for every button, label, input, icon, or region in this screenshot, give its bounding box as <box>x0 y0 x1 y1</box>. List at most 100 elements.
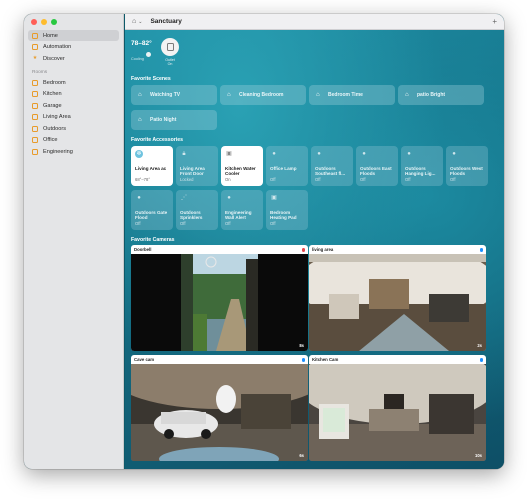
sidebar-item-garage[interactable]: Garage <box>28 100 119 111</box>
scene-button[interactable]: ⌂ Patio Night <box>131 110 217 130</box>
accessory-state: Off <box>180 221 186 226</box>
favorite-cameras-heading: Favorite Cameras <box>131 237 175 243</box>
favorite-scenes-heading: Favorite Scenes <box>131 76 171 82</box>
camera-tile[interactable]: Doorbell 8s <box>131 245 308 351</box>
camera-name: living area <box>312 247 334 252</box>
accessory-tile[interactable]: 🔒︎ Living Area Front Door Locked <box>176 146 218 186</box>
outlet-icon: ▣ <box>226 151 232 157</box>
accessory-name: Living Area Front Door <box>180 166 205 177</box>
automation-icon <box>32 44 38 50</box>
accessory-tile[interactable]: ● Outdoors Hanging Lig... Off <box>401 146 443 186</box>
sidebar-item-outdoors[interactable]: Outdoors <box>28 123 119 134</box>
scene-button[interactable]: ⌂ Cleaning Bedroom <box>220 85 306 105</box>
accessory-name: Outdoors Sprinklers <box>180 210 203 221</box>
temperature-range: 78–82° <box>131 40 152 47</box>
accessory-state: Off <box>270 221 276 226</box>
home-menu-icon[interactable]: ⌂ <box>132 18 136 25</box>
accessory-state: On <box>225 177 231 182</box>
accessory-tile[interactable]: ❄ Living Area ac 68°–78° <box>131 146 173 186</box>
lock-icon: 🔒︎ <box>182 151 186 157</box>
close-button[interactable] <box>31 19 37 25</box>
plus-icon[interactable]: + <box>492 17 497 26</box>
accessory-state: Off <box>270 177 276 182</box>
accessory-tile[interactable]: ● Office Lamp Off <box>266 146 308 186</box>
sidebar-item-living-area[interactable]: Living Area <box>28 112 119 123</box>
camera-timestamp: 2s <box>477 343 482 348</box>
camera-status-dot <box>479 358 483 362</box>
sidebar-item-automation[interactable]: Automation <box>28 42 119 53</box>
room-icon <box>32 114 38 120</box>
zoom-button[interactable] <box>51 19 57 25</box>
camera-tile[interactable]: Cave cam 6s <box>131 355 308 461</box>
camera-name: Cave cam <box>134 357 155 362</box>
recording-indicator <box>301 248 305 252</box>
accessory-tile[interactable]: ● Engineering Wall Alert Off <box>221 190 263 230</box>
accessory-tile[interactable]: ● Outdoors East Floods Off <box>356 146 398 186</box>
camera-name: Doorbell <box>134 247 152 252</box>
camera-header: living area <box>309 245 486 254</box>
accessory-tile[interactable]: ● Outdoors Southeast fl... Off <box>311 146 353 186</box>
camera-tile[interactable]: living area 2s <box>309 245 486 351</box>
camera-timestamp: 6s <box>299 453 304 458</box>
climate-status[interactable]: 78–82° Cooling <box>131 40 152 61</box>
minimize-button[interactable] <box>41 19 47 25</box>
accessory-name: Outdoors Hanging Lig... <box>405 166 436 177</box>
sidebar-item-engineering[interactable]: Engineering <box>28 146 119 157</box>
scene-button[interactable]: ⌂ Bedroom Time <box>309 85 395 105</box>
lightbulb-icon: ● <box>272 151 276 157</box>
lightbulb-icon: ● <box>362 151 366 157</box>
sidebar-item-home[interactable]: Home <box>28 30 119 41</box>
camera-timestamp: 10s <box>475 453 482 458</box>
house-icon <box>32 32 38 39</box>
room-icon <box>32 102 38 109</box>
accessory-name: Outdoors Gate Flood <box>135 210 168 221</box>
sidebar-item-label: Living Area <box>43 114 71 120</box>
accessory-tile[interactable]: ● Outdoors Gate Flood Off <box>131 190 173 230</box>
outlet-status-label: Outlet On <box>161 58 179 66</box>
lightbulb-icon: ● <box>407 151 411 157</box>
scene-button[interactable]: ⌂ patio Bright <box>398 85 484 105</box>
rooms-heading: Rooms <box>32 70 48 75</box>
camera-tile[interactable]: Kitchen Cam 10s <box>309 355 486 461</box>
camera-header: Kitchen Cam <box>309 355 486 364</box>
sidebar-item-office[interactable]: Office <box>28 135 119 146</box>
house-icon: ⌂ <box>316 92 320 98</box>
outlet-state: On <box>167 62 173 66</box>
sidebar-item-label: Kitchen <box>43 91 62 97</box>
accessory-name: Outdoors Southeast fl... <box>315 166 346 177</box>
accessory-name: Office Lamp <box>270 166 297 171</box>
accessory-tile[interactable]: ● Outdoors West Floods Off <box>446 146 488 186</box>
outlet-icon: ▣ <box>271 195 277 201</box>
accessory-name: Outdoors East Floods <box>360 166 392 177</box>
accessory-tile[interactable]: ⋰ Outdoors Sprinklers Off <box>176 190 218 230</box>
toolbar: ⌂ ⌄ Sanctuary + <box>125 14 504 30</box>
sidebar-item-label: Discover <box>43 55 65 62</box>
accessory-state: Off <box>315 177 321 182</box>
scene-label: Cleaning Bedroom <box>239 92 284 98</box>
main-content: ⌂ ⌄ Sanctuary + 78–82° Cooling Outlet On… <box>125 14 504 469</box>
accessory-tile[interactable]: ▣ Kitchen Water Cooler On <box>221 146 263 186</box>
sidebar-item-label: Outdoors <box>43 125 67 132</box>
accessory-name: Living Area ac <box>135 166 167 171</box>
outlet-status-button[interactable] <box>161 38 179 56</box>
camera-status-dot <box>479 248 483 252</box>
lightbulb-icon: ● <box>317 151 321 157</box>
sidebar-item-label: Engineering <box>43 148 73 155</box>
sidebar-item-kitchen[interactable]: Kitchen <box>28 89 119 100</box>
chevron-down-icon[interactable]: ⌄ <box>138 19 142 25</box>
camera-feed: 2s <box>309 254 486 351</box>
house-icon: ⌂ <box>405 92 409 98</box>
scene-button[interactable]: ⌂ Watching TV <box>131 85 217 105</box>
house-icon: ⌂ <box>138 92 142 98</box>
accessory-state: Off <box>360 177 366 182</box>
sidebar-item-discover[interactable]: ★ Discover <box>28 53 119 64</box>
sidebar-item-label: Automation <box>43 44 72 50</box>
house-icon: ⌂ <box>138 117 142 123</box>
lightbulb-icon: ● <box>452 151 456 157</box>
sidebar-item-label: Home <box>43 32 58 39</box>
accessory-tile[interactable]: ▣ Bedroom Heating Pad Off <box>266 190 308 230</box>
sidebar-item-bedroom[interactable]: Bedroom <box>28 77 119 88</box>
accessory-state: Off <box>405 177 411 182</box>
accessory-name: Kitchen Water Cooler <box>225 166 256 177</box>
accessory-name: Bedroom Heating Pad <box>270 210 297 221</box>
